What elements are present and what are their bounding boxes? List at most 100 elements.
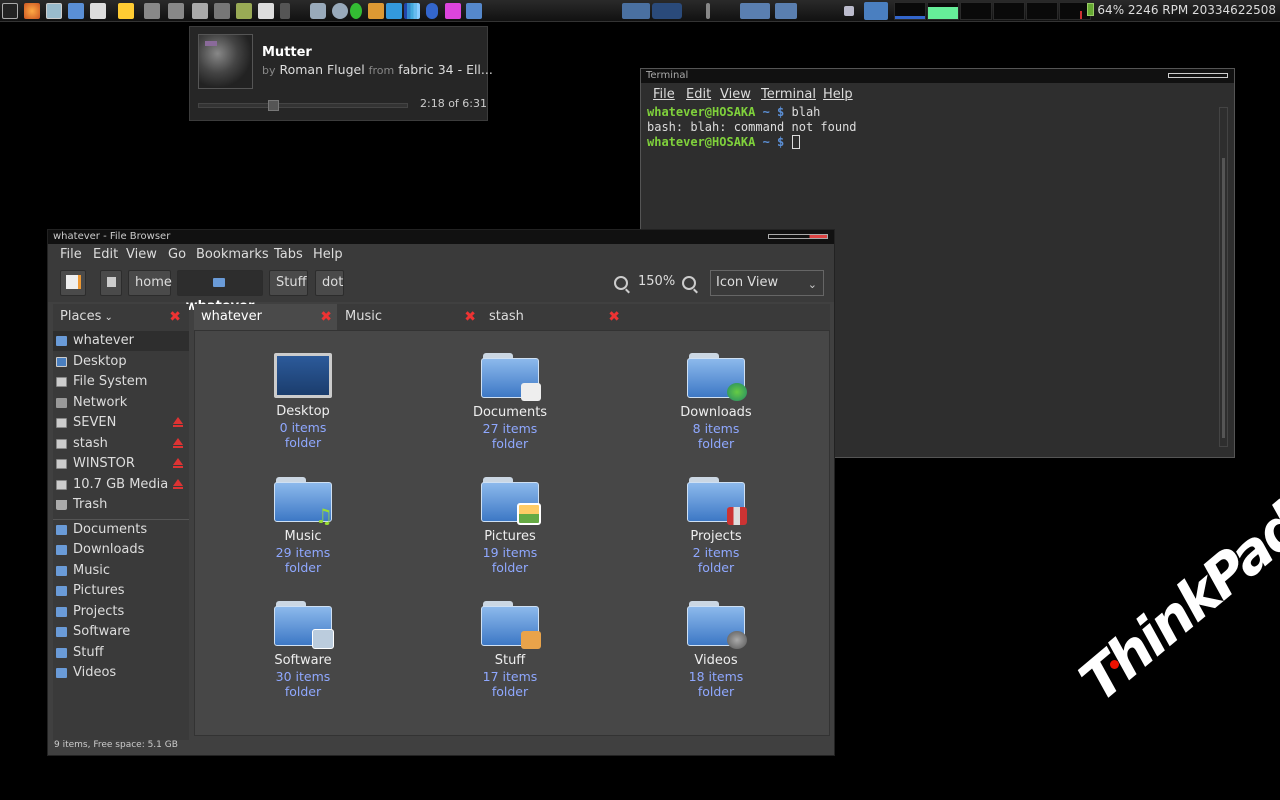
pager-desktop-3[interactable] bbox=[844, 6, 854, 16]
lock-icon[interactable] bbox=[368, 3, 384, 19]
music-folder-icon: ♫ bbox=[274, 477, 333, 526]
workspace-icon-5[interactable] bbox=[236, 3, 252, 19]
bookmark-software[interactable]: Software bbox=[53, 622, 189, 642]
menu-go[interactable]: Go bbox=[168, 247, 186, 262]
path-button-whatever[interactable]: whatever bbox=[177, 270, 263, 314]
pager-desktop-2[interactable] bbox=[775, 3, 797, 19]
by-label: by bbox=[262, 64, 276, 77]
menu-tabs[interactable]: Tabs bbox=[274, 247, 303, 262]
bookmark-music[interactable]: Music bbox=[53, 561, 189, 581]
menu-edit[interactable]: Edit bbox=[93, 247, 118, 262]
folder-item-documents[interactable]: Documents 27 items folder bbox=[445, 353, 575, 451]
dropbox-icon[interactable] bbox=[386, 3, 402, 19]
bookmark-pictures[interactable]: Pictures bbox=[53, 581, 189, 601]
sidebar-item-media[interactable]: 10.7 GB Media bbox=[53, 475, 189, 495]
workspace-icon-3[interactable] bbox=[192, 3, 208, 19]
downloads-folder-icon bbox=[687, 353, 747, 401]
sidebar-item-network[interactable]: Network bbox=[53, 393, 189, 413]
menu-terminal[interactable]: Terminal bbox=[761, 87, 816, 102]
folder-item-projects[interactable]: Projects 2 items folder bbox=[651, 477, 781, 575]
folder-item-desktop[interactable]: Desktop 0 items folder bbox=[238, 353, 368, 450]
window-switcher-icon[interactable] bbox=[622, 3, 650, 19]
bookmark-videos[interactable]: Videos bbox=[53, 663, 189, 683]
window-controls[interactable] bbox=[768, 234, 828, 239]
folder-item-downloads[interactable]: Downloads 8 items folder bbox=[651, 353, 781, 451]
tab-stash[interactable]: stash ✖ bbox=[482, 304, 625, 330]
sidebar-item-stash[interactable]: stash bbox=[53, 434, 189, 454]
thinkpad-red-dot bbox=[1110, 660, 1119, 669]
text-editor-icon[interactable] bbox=[118, 3, 134, 19]
sidebar-item-seven[interactable]: SEVEN bbox=[53, 413, 189, 433]
zoom-out-icon[interactable] bbox=[614, 276, 628, 290]
workspace-icon-1[interactable] bbox=[144, 3, 160, 19]
notes-icon[interactable] bbox=[46, 3, 62, 19]
network-manager-icon[interactable] bbox=[466, 3, 482, 19]
icon-view[interactable]: Desktop 0 items folder Documents 27 item… bbox=[194, 330, 830, 736]
menu-file[interactable]: File bbox=[60, 247, 82, 262]
menu-help[interactable]: Help bbox=[313, 247, 343, 262]
sidebar-item-trash[interactable]: Trash bbox=[53, 495, 189, 515]
sidebar-item-file-system[interactable]: File System bbox=[53, 372, 189, 392]
signal-icon[interactable] bbox=[404, 3, 420, 19]
close-tab-icon[interactable]: ✖ bbox=[608, 304, 620, 330]
bookmark-stuff[interactable]: Stuff bbox=[53, 643, 189, 663]
sidebar-item-whatever[interactable]: whatever bbox=[53, 331, 189, 351]
path-button-home[interactable]: home bbox=[128, 270, 172, 296]
folder-item-software[interactable]: Software 30 items folder bbox=[238, 601, 368, 699]
path-button-dot[interactable]: dot bbox=[315, 270, 344, 296]
menu-view[interactable]: View bbox=[126, 247, 157, 262]
sidebar-item-winstor[interactable]: WINSTOR bbox=[53, 454, 189, 474]
sidebar-item-desktop[interactable]: Desktop bbox=[53, 352, 189, 372]
tab-whatever[interactable]: whatever ✖ bbox=[194, 304, 337, 330]
menu-help[interactable]: Help bbox=[823, 87, 853, 102]
settings-icon[interactable] bbox=[445, 3, 461, 19]
close-tab-icon[interactable]: ✖ bbox=[320, 304, 332, 330]
menu-bookmarks[interactable]: Bookmarks bbox=[196, 247, 269, 262]
file-browser-titlebar[interactable]: whatever - File Browser bbox=[48, 230, 834, 244]
terminal-titlebar[interactable]: Terminal bbox=[641, 69, 1234, 83]
bluetooth-icon[interactable] bbox=[426, 3, 438, 19]
tools-icon[interactable] bbox=[90, 3, 106, 19]
eject-icon[interactable] bbox=[173, 417, 183, 427]
clock-icon[interactable] bbox=[864, 2, 888, 20]
terminal-launcher-icon[interactable] bbox=[2, 3, 18, 19]
window-controls[interactable] bbox=[1168, 73, 1228, 78]
workspace-icon-4[interactable] bbox=[214, 3, 230, 19]
bookmark-documents[interactable]: Documents bbox=[53, 520, 189, 540]
path-button-stuff[interactable]: Stuff bbox=[269, 270, 308, 296]
browser-window-icon[interactable] bbox=[652, 3, 682, 19]
menu-view[interactable]: View bbox=[720, 87, 751, 102]
folder-item-pictures[interactable]: Pictures 19 items folder bbox=[445, 477, 575, 575]
workspace-icon-6[interactable] bbox=[258, 3, 274, 19]
seek-bar[interactable] bbox=[198, 100, 408, 111]
app-menu-icon[interactable] bbox=[24, 3, 40, 19]
folder-item-stuff[interactable]: Stuff 17 items folder bbox=[445, 601, 575, 699]
home-folder-icon bbox=[56, 336, 67, 346]
media-player-icon[interactable] bbox=[332, 3, 348, 19]
bookmark-projects[interactable]: Projects bbox=[53, 602, 189, 622]
pager-desktop-1[interactable] bbox=[740, 3, 770, 19]
terminal-scrollbar[interactable] bbox=[1219, 107, 1228, 447]
tab-music[interactable]: Music ✖ bbox=[338, 304, 481, 330]
clipboard-icon[interactable] bbox=[310, 3, 326, 19]
zoom-in-icon[interactable] bbox=[682, 276, 696, 290]
close-tab-icon[interactable]: ✖ bbox=[464, 304, 476, 330]
home-folder-icon[interactable] bbox=[68, 3, 84, 19]
status-indicator-icon[interactable] bbox=[350, 3, 362, 19]
eject-icon[interactable] bbox=[173, 438, 183, 448]
edit-location-button[interactable] bbox=[60, 270, 86, 296]
view-mode-select[interactable]: Icon View ⌄ bbox=[710, 270, 824, 296]
folder-item-music[interactable]: ♫ Music 29 items folder bbox=[238, 477, 368, 575]
folder-item-videos[interactable]: Videos 18 items folder bbox=[651, 601, 781, 699]
close-sidebar-icon[interactable]: ✖ bbox=[169, 304, 181, 330]
menu-file[interactable]: File bbox=[653, 87, 675, 102]
eject-icon[interactable] bbox=[173, 479, 183, 489]
volume-icon[interactable] bbox=[280, 3, 290, 19]
menu-edit[interactable]: Edit bbox=[686, 87, 711, 102]
places-header[interactable]: Places ⌄ ✖ bbox=[53, 304, 189, 330]
seek-handle[interactable] bbox=[268, 100, 279, 111]
bookmark-downloads[interactable]: Downloads bbox=[53, 540, 189, 560]
workspace-icon-2[interactable] bbox=[168, 3, 184, 19]
path-left-arrow-button[interactable] bbox=[100, 270, 122, 296]
eject-icon[interactable] bbox=[173, 458, 183, 468]
